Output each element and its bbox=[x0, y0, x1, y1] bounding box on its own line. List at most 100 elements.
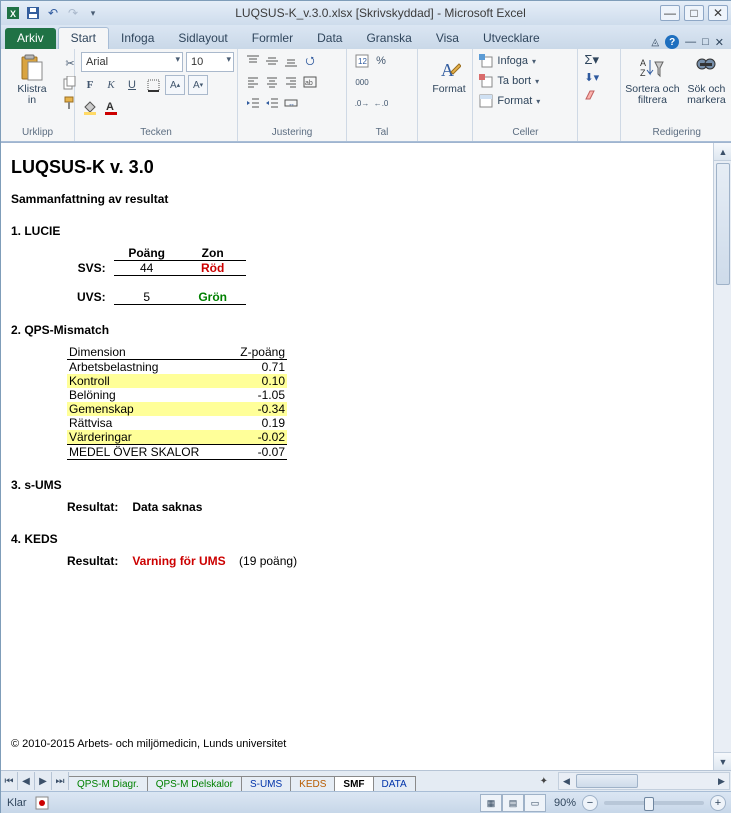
page-layout-view-icon[interactable]: ▤ bbox=[502, 794, 524, 812]
zoom-slider[interactable] bbox=[604, 801, 704, 805]
font-color-button[interactable]: A bbox=[102, 98, 120, 116]
prev-sheet-icon[interactable]: ◀ bbox=[18, 772, 35, 790]
save-icon[interactable] bbox=[25, 5, 41, 21]
scroll-thumb[interactable] bbox=[716, 163, 730, 285]
group-editing: AZ Sortera och filtrera Sök och markera … bbox=[621, 49, 731, 141]
number-format-icon[interactable]: 12 bbox=[353, 52, 371, 70]
font-size-combo[interactable]: 10 bbox=[186, 52, 234, 72]
help-icon[interactable]: ? bbox=[665, 35, 679, 49]
scroll-up-icon[interactable]: ▲ bbox=[714, 143, 731, 161]
scroll-down-icon[interactable]: ▼ bbox=[714, 752, 731, 770]
ribbon-tab-visa[interactable]: Visa bbox=[424, 28, 471, 49]
clear-icon[interactable] bbox=[584, 87, 598, 101]
redo-icon[interactable]: ↷ bbox=[65, 5, 81, 21]
cells-insert[interactable]: Infoga▾ bbox=[479, 52, 536, 70]
ribbon-tab-start[interactable]: Start bbox=[58, 27, 109, 49]
decrease-font-icon[interactable]: A▾ bbox=[188, 75, 208, 95]
qps-table: DimensionZ-poäng Arbetsbelastning0.71Kon… bbox=[67, 345, 695, 460]
horizontal-scrollbar[interactable]: ◀ ▶ bbox=[558, 772, 730, 790]
find-select-button[interactable]: Sök och markera bbox=[681, 52, 731, 108]
file-tab[interactable]: Arkiv bbox=[5, 28, 56, 49]
cells-delete[interactable]: Ta bort▾ bbox=[479, 72, 539, 90]
ribbon-tab-formler[interactable]: Formler bbox=[240, 28, 305, 49]
lucie-score: 5 bbox=[114, 290, 180, 305]
percent-icon[interactable]: % bbox=[372, 52, 390, 70]
align-left-icon[interactable] bbox=[244, 73, 262, 91]
qps-zscore: 0.19 bbox=[228, 416, 287, 430]
group-format-styles: A Format bbox=[418, 49, 473, 141]
ribbon-max-window-icon[interactable]: □ bbox=[702, 36, 709, 48]
sheet-tab-smf[interactable]: SMF bbox=[334, 776, 373, 791]
decrease-decimal-icon[interactable]: ←.0 bbox=[372, 94, 390, 112]
scroll-right-icon[interactable]: ▶ bbox=[714, 776, 729, 787]
zoom-level[interactable]: 90% bbox=[554, 797, 576, 809]
qps-dimension: Arbetsbelastning bbox=[67, 360, 228, 375]
hscroll-thumb[interactable] bbox=[576, 774, 638, 788]
zoom-in-button[interactable]: + bbox=[710, 795, 726, 811]
font-name-combo[interactable]: Arial bbox=[81, 52, 183, 72]
first-sheet-icon[interactable]: ⏮ bbox=[1, 772, 18, 790]
ribbon-close-window-icon[interactable]: ✕ bbox=[715, 36, 724, 49]
bold-button[interactable]: F bbox=[81, 76, 99, 94]
next-sheet-icon[interactable]: ▶ bbox=[35, 772, 52, 790]
svg-text:ab: ab bbox=[305, 80, 313, 87]
section-3-title: 3. s-UMS bbox=[11, 478, 695, 492]
minimize-ribbon-icon[interactable]: ◬ bbox=[651, 37, 659, 48]
macro-record-icon[interactable] bbox=[35, 796, 49, 810]
align-middle-icon[interactable] bbox=[263, 52, 281, 70]
maximize-button[interactable]: □ bbox=[684, 5, 704, 21]
increase-decimal-icon[interactable]: .0→ bbox=[353, 94, 371, 112]
cells-format[interactable]: Format▾ bbox=[479, 92, 540, 110]
group-number: 12% 000 .0→←.0 Tal bbox=[347, 49, 418, 141]
new-sheet-icon[interactable]: ✦ bbox=[534, 776, 554, 787]
wrap-text-icon[interactable]: ab bbox=[301, 73, 319, 91]
comma-icon[interactable]: 000 bbox=[353, 73, 371, 91]
worksheet[interactable]: LUQSUS-K v. 3.0 Sammanfattning av result… bbox=[1, 143, 713, 770]
qps-dimension: Värderingar bbox=[67, 430, 228, 445]
ribbon-tab-infoga[interactable]: Infoga bbox=[109, 28, 166, 49]
increase-font-icon[interactable]: A▴ bbox=[165, 75, 185, 95]
ribbon: Klistra in ✂ Urklipp Arial 10 F K bbox=[1, 49, 731, 142]
sheet-tab-data[interactable]: DATA bbox=[373, 776, 416, 791]
zoom-out-button[interactable]: − bbox=[582, 795, 598, 811]
styles-format-button[interactable]: A Format bbox=[424, 52, 474, 97]
ribbon-tab-granska[interactable]: Granska bbox=[354, 28, 423, 49]
qat-dropdown-icon[interactable]: ▾ bbox=[85, 5, 101, 21]
align-top-icon[interactable] bbox=[244, 52, 262, 70]
sheet-tab-keds[interactable]: KEDS bbox=[290, 776, 335, 791]
sheet-tab-qps-m-diagr-[interactable]: QPS-M Diagr. bbox=[69, 776, 148, 791]
close-button[interactable]: ✕ bbox=[708, 5, 728, 21]
underline-button[interactable]: U bbox=[123, 76, 141, 94]
ribbon-min-window-icon[interactable]: — bbox=[685, 36, 696, 48]
border-button[interactable] bbox=[144, 76, 162, 94]
svg-text:A: A bbox=[640, 58, 646, 68]
vertical-scrollbar[interactable]: ▲ ▼ bbox=[713, 143, 731, 770]
fill-icon[interactable]: ⬇▾ bbox=[584, 71, 599, 84]
fill-color-button[interactable] bbox=[81, 98, 99, 116]
paste-button[interactable]: Klistra in bbox=[7, 52, 57, 108]
align-bottom-icon[interactable] bbox=[282, 52, 300, 70]
ribbon-tab-sidlayout[interactable]: Sidlayout bbox=[166, 28, 239, 49]
scroll-left-icon[interactable]: ◀ bbox=[559, 776, 574, 787]
sheet-tab-qps-m-delskalor[interactable]: QPS-M Delskalor bbox=[147, 776, 242, 791]
increase-indent-icon[interactable] bbox=[263, 94, 281, 112]
merge-center-icon[interactable]: ↔ bbox=[282, 94, 300, 112]
page-break-view-icon[interactable]: ▭ bbox=[524, 794, 546, 812]
last-sheet-icon[interactable]: ⏭ bbox=[52, 772, 69, 790]
align-right-icon[interactable] bbox=[282, 73, 300, 91]
decrease-indent-icon[interactable] bbox=[244, 94, 262, 112]
ribbon-tab-utvecklare[interactable]: Utvecklare bbox=[471, 28, 552, 49]
undo-icon[interactable]: ↶ bbox=[45, 5, 61, 21]
excel-icon: X bbox=[5, 5, 21, 21]
minimize-button[interactable]: — bbox=[660, 5, 680, 21]
ribbon-tab-data[interactable]: Data bbox=[305, 28, 354, 49]
normal-view-icon[interactable]: ▦ bbox=[480, 794, 502, 812]
align-center-icon[interactable] bbox=[263, 73, 281, 91]
sort-filter-button[interactable]: AZ Sortera och filtrera bbox=[627, 52, 677, 108]
svg-text:12: 12 bbox=[358, 57, 367, 66]
italic-button[interactable]: K bbox=[102, 76, 120, 94]
autosum-icon[interactable]: Σ▾ bbox=[584, 52, 599, 68]
orientation-icon[interactable]: ⭯ bbox=[301, 52, 319, 70]
sheet-tab-s-ums[interactable]: S-UMS bbox=[241, 776, 291, 791]
copyright: © 2010-2015 Arbets- och miljömedicin, Lu… bbox=[11, 738, 695, 750]
